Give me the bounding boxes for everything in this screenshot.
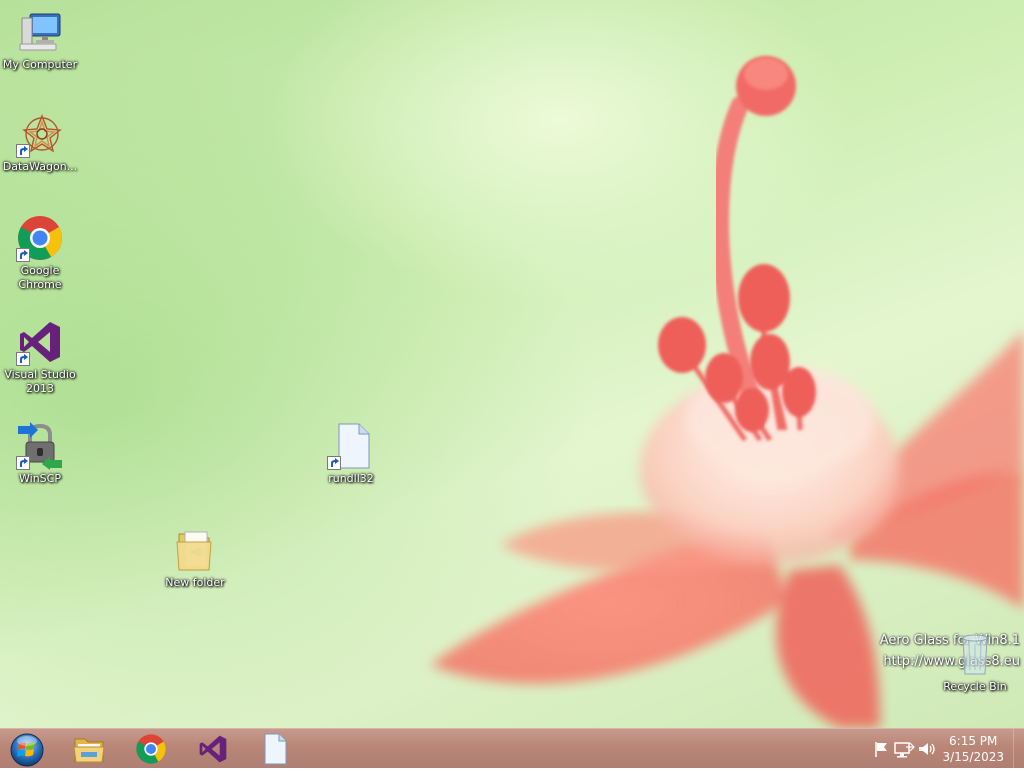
- computer-icon: [16, 8, 64, 56]
- taskbar-document[interactable]: [248, 730, 302, 768]
- desktop-icon-label: New folder: [165, 576, 225, 589]
- windows-orb-icon: [10, 733, 44, 767]
- shortcut-arrow-icon: [16, 248, 30, 262]
- desktop[interactable]: My Computer DataWagon... Google Chrome V…: [0, 0, 1024, 728]
- desktop-icon-rundll32[interactable]: rundll32: [311, 422, 391, 486]
- folder-icon: [73, 738, 105, 763]
- desktop-icon-google-chrome[interactable]: Google Chrome: [0, 214, 80, 292]
- desktop-icon-new-folder[interactable]: New folder: [155, 526, 235, 590]
- show-desktop-button[interactable]: [1013, 729, 1024, 769]
- action-center-flag-icon[interactable]: [872, 739, 892, 759]
- shortcut-arrow-icon: [16, 144, 30, 158]
- start-button[interactable]: [8, 731, 46, 767]
- desktop-icon-label: Recycle Bin: [943, 680, 1007, 693]
- desktop-icon-label: Google Chrome: [18, 264, 62, 291]
- desktop-icon-label: rundll32: [328, 472, 374, 485]
- desktop-icon-label: DataWagon...: [2, 160, 78, 173]
- desktop-icon-my-computer[interactable]: My Computer: [0, 8, 80, 72]
- shortcut-arrow-icon: [16, 456, 30, 470]
- wallpaper-flower: [430, 56, 1024, 728]
- desktop-icon-label: WinSCP: [19, 472, 61, 485]
- blank-document-icon: [264, 733, 287, 765]
- shortcut-arrow-icon: [16, 352, 30, 366]
- volume-icon[interactable]: [916, 739, 938, 759]
- desktop-icon-visual-studio-2013[interactable]: Visual Studio 2013: [0, 318, 80, 396]
- desktop-icon-recycle-bin[interactable]: Recycle Bin: [935, 630, 1015, 694]
- system-tray: [872, 729, 938, 769]
- shortcut-arrow-icon: [327, 456, 341, 470]
- taskbar-visual-studio[interactable]: [186, 730, 240, 768]
- clock-date: 3/15/2023: [942, 750, 1004, 764]
- desktop-icon-label: My Computer: [2, 58, 78, 71]
- recycle-bin-icon: [951, 630, 999, 678]
- taskbar-google-chrome[interactable]: [124, 730, 178, 768]
- clock-time: 6:15 PM: [949, 734, 998, 748]
- desktop-icon-datawagon[interactable]: DataWagon...: [0, 110, 80, 174]
- folder-icon: [171, 526, 219, 574]
- desktop-icon-label: Visual Studio 2013: [4, 368, 76, 395]
- network-icon[interactable]: [892, 739, 916, 759]
- datawagon-icon: [16, 110, 64, 158]
- taskbar-file-explorer[interactable]: [62, 730, 116, 768]
- desktop-icon-winscp[interactable]: WinSCP: [0, 422, 80, 486]
- taskbar-clock[interactable]: 6:15 PM 3/15/2023: [942, 733, 1004, 765]
- taskbar: 6:15 PM 3/15/2023: [0, 728, 1024, 769]
- blank-document-icon: [327, 422, 375, 470]
- chrome-icon: [136, 734, 166, 764]
- chrome-icon: [16, 214, 64, 262]
- winscp-icon: [16, 422, 64, 470]
- visual-studio-icon: [16, 318, 64, 366]
- visual-studio-icon: [199, 735, 227, 763]
